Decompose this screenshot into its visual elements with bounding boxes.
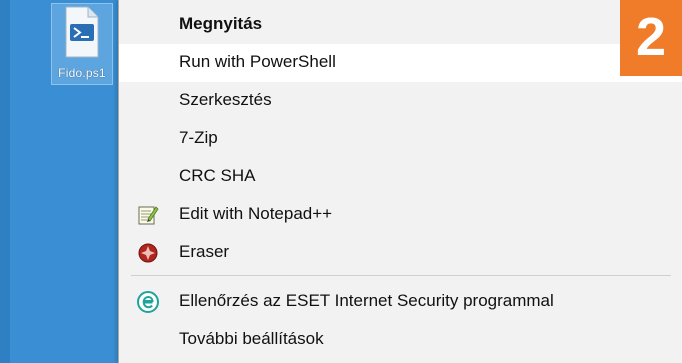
powershell-script-icon — [65, 6, 99, 58]
menu-item-label: Szerkesztés — [179, 90, 272, 109]
menu-item-edit-with-notepad-plus-plus[interactable]: Edit with Notepad++ — [119, 196, 682, 234]
menu-item-label: 7-Zip — [179, 128, 218, 147]
menu-item-open[interactable]: Megnyitás — [119, 6, 682, 44]
menu-separator — [131, 275, 671, 276]
menu-item-label: CRC SHA — [179, 166, 256, 185]
menu-item-edit[interactable]: Szerkesztés — [119, 82, 682, 120]
file-name-label: Fido.ps1 — [58, 66, 106, 80]
desktop: Fido.ps1 — [0, 0, 124, 363]
desktop-file-fido[interactable]: Fido.ps1 — [51, 3, 113, 85]
notepad-plus-plus-icon — [138, 206, 159, 225]
menu-item-run-with-powershell[interactable]: Run with PowerShell — [119, 44, 682, 82]
context-menu: Megnyitás Run with PowerShell Szerkeszté… — [118, 0, 682, 363]
eraser-icon — [138, 243, 158, 263]
menu-item-7zip[interactable]: 7-Zip — [119, 120, 682, 158]
menu-item-label: Run with PowerShell — [179, 52, 336, 71]
menu-item-more-settings[interactable]: További beállítások — [119, 321, 682, 359]
menu-item-eset-scan[interactable]: Ellenőrzés az ESET Internet Security pro… — [119, 283, 682, 321]
menu-item-eraser[interactable]: Eraser — [119, 234, 682, 272]
menu-item-label: Ellenőrzés az ESET Internet Security pro… — [179, 291, 554, 310]
menu-item-label: Megnyitás — [179, 14, 263, 33]
menu-item-label: További beállítások — [179, 329, 324, 348]
desktop-edge — [0, 0, 10, 363]
menu-item-label: Eraser — [179, 242, 230, 261]
eset-icon — [137, 291, 159, 313]
menu-item-label: Edit with Notepad++ — [179, 204, 333, 223]
menu-item-crc-sha[interactable]: CRC SHA — [119, 158, 682, 196]
step-number-badge: 2 — [620, 0, 682, 76]
